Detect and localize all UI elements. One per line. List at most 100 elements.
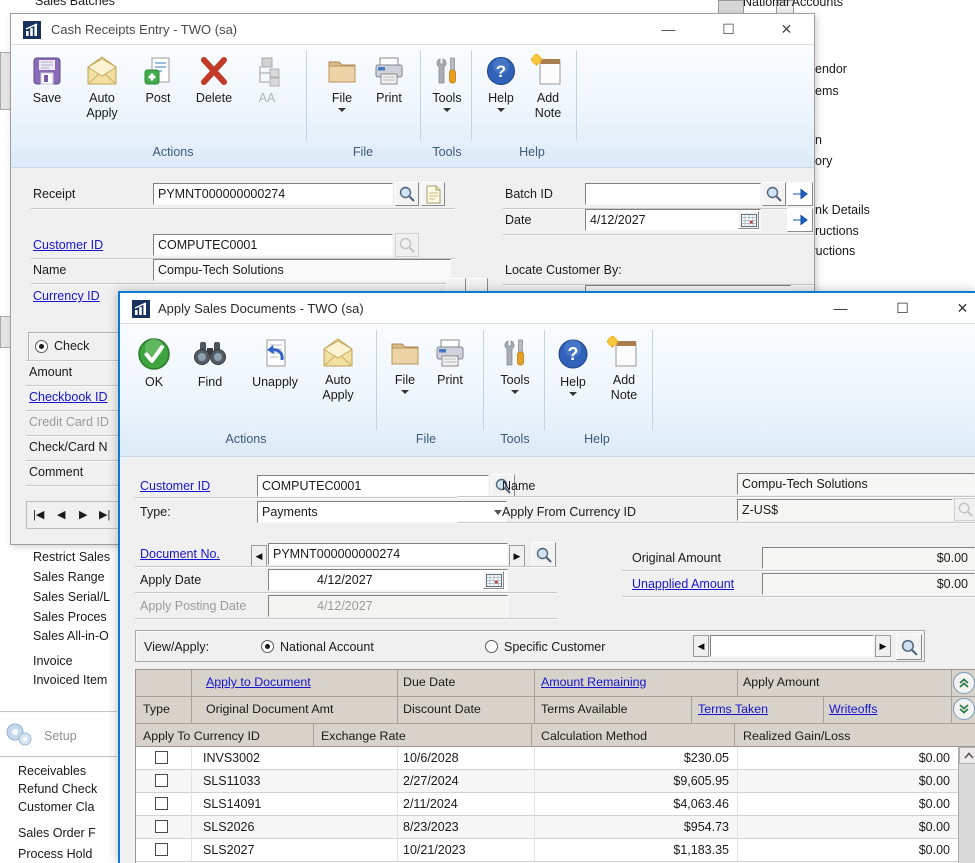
auto-apply-button[interactable]: Auto Apply xyxy=(309,336,367,403)
bg-item-vendor[interactable]: endor xyxy=(815,62,847,76)
bg-item-n[interactable]: n xyxy=(815,133,822,147)
row-apply-checkbox[interactable] xyxy=(155,774,168,787)
auto-apply-button[interactable]: Auto Apply xyxy=(73,54,131,121)
bg-item-sales-order[interactable]: Sales Order F xyxy=(18,826,96,840)
row-apply-checkbox[interactable] xyxy=(155,843,168,856)
find-button[interactable]: Find xyxy=(181,336,239,390)
table-row[interactable]: SLS2027 10/21/2023 $1,183.35 $0.00 xyxy=(136,839,958,862)
bg-item-receivables[interactable]: Receivables xyxy=(18,764,86,778)
national-account-radio[interactable] xyxy=(261,640,274,653)
customer-next-button[interactable]: ▶ xyxy=(875,635,891,657)
bg-item-refund-checks[interactable]: Refund Check xyxy=(18,782,97,796)
apply-date-calendar-button[interactable] xyxy=(483,571,504,589)
next-record-button[interactable]: ▶ xyxy=(79,508,87,521)
row-apply-checkbox[interactable] xyxy=(155,797,168,810)
customer-id-input[interactable]: COMPUTEC0001 xyxy=(257,475,489,497)
table-row[interactable]: SLS14091 2/11/2024 $4,063.46 $0.00 xyxy=(136,793,958,816)
table-row[interactable]: INVS3002 10/6/2028 $230.05 $0.00 xyxy=(136,747,958,770)
bg-item-items[interactable]: ems xyxy=(815,84,839,98)
batch-lookup-button[interactable] xyxy=(762,182,786,206)
delete-button[interactable]: Delete xyxy=(185,54,243,106)
bg-item-invoice[interactable]: Invoice xyxy=(33,654,73,668)
currency-lookup-fragment[interactable] xyxy=(446,278,466,292)
document-prev-button[interactable]: ◀ xyxy=(251,545,267,567)
bg-item-invoiced-items[interactable]: Invoiced Item xyxy=(33,673,107,687)
collapse-rows-button[interactable] xyxy=(953,698,975,720)
customer-id-link[interactable]: Customer ID xyxy=(33,238,103,252)
receipt-note-button[interactable] xyxy=(421,182,445,206)
add-note-button[interactable]: Add Note xyxy=(519,54,577,121)
receipt-lookup-button[interactable] xyxy=(395,182,419,206)
bg-item-instructions[interactable]: ructions xyxy=(815,224,859,238)
save-button[interactable]: Save xyxy=(18,54,76,106)
maximize-button[interactable]: ☐ xyxy=(706,14,751,44)
print-button[interactable]: Print xyxy=(360,54,418,106)
view-customer-input[interactable] xyxy=(710,635,874,657)
batch-go-button[interactable] xyxy=(787,182,813,206)
last-record-button[interactable]: ▶| xyxy=(99,508,110,521)
type-dropdown[interactable]: Payments xyxy=(257,501,507,523)
batch-id-input[interactable] xyxy=(585,183,761,205)
check-radio[interactable] xyxy=(35,340,48,353)
bg-item-national-accounts[interactable]: National Accounts xyxy=(743,0,843,9)
tools-menu-button[interactable]: Tools xyxy=(486,336,544,394)
add-note-button[interactable]: Add Note xyxy=(595,336,653,403)
bg-item-instructions[interactable]: tructions xyxy=(808,244,855,258)
customer-prev-button[interactable]: ◀ xyxy=(693,635,709,657)
print-button[interactable]: Print xyxy=(421,336,479,388)
currency-id-link[interactable]: Currency ID xyxy=(33,289,100,303)
apply-titlebar[interactable]: Apply Sales Documents - TWO (sa) — ☐ ✕ xyxy=(120,293,975,324)
maximize-button[interactable]: ☐ xyxy=(880,293,925,323)
col-terms-taken[interactable]: Terms Taken xyxy=(698,702,768,716)
col-apply-to-document[interactable]: Apply to Document xyxy=(206,675,311,689)
table-row[interactable]: SLS11033 2/27/2024 $9,605.95 $0.00 xyxy=(136,770,958,793)
unapplied-amount-link[interactable]: Unapplied Amount xyxy=(632,577,734,591)
document-next-button[interactable]: ▶ xyxy=(509,545,525,567)
bg-item-customer-classes[interactable]: Customer Cla xyxy=(18,800,94,814)
bg-item-sales-process[interactable]: Sales Proces xyxy=(33,610,107,624)
document-lookup-button[interactable] xyxy=(531,542,556,567)
bg-item-sales-batches[interactable]: Sales Batches xyxy=(35,0,115,8)
date-calendar-button[interactable] xyxy=(738,211,759,229)
unapply-button[interactable]: Unapply xyxy=(246,336,304,390)
aa-button[interactable]: AA xyxy=(238,54,296,106)
document-no-input[interactable]: PYMNT000000000274 xyxy=(268,543,508,565)
bg-item-restrict-sales[interactable]: Restrict Sales xyxy=(33,550,110,564)
document-no-link[interactable]: Document No. xyxy=(140,547,220,561)
col-amount-remaining[interactable]: Amount Remaining xyxy=(541,675,646,689)
bg-item-sales-range[interactable]: Sales Range xyxy=(33,570,105,584)
close-button[interactable]: ✕ xyxy=(764,14,809,44)
tools-menu-button[interactable]: Tools xyxy=(418,54,476,112)
cash-receipts-titlebar[interactable]: Cash Receipts Entry - TWO (sa) — ☐ ✕ xyxy=(11,14,814,45)
receipt-input[interactable]: PYMNT000000000274 xyxy=(153,183,393,205)
first-record-button[interactable]: |◀ xyxy=(33,508,44,521)
close-button[interactable]: ✕ xyxy=(940,293,975,323)
ok-button[interactable]: OK xyxy=(125,336,183,390)
bg-item-bank-details[interactable]: nk Details xyxy=(815,203,870,217)
col-writeoffs[interactable]: Writeoffs xyxy=(829,702,877,716)
checkbook-id-link[interactable]: Checkbook ID xyxy=(29,390,108,404)
apply-date-input[interactable]: 4/12/2027 xyxy=(268,569,508,591)
bg-item-sales-all-in-one[interactable]: Sales All-in-O xyxy=(33,629,109,643)
date-go-button[interactable] xyxy=(787,208,813,232)
view-customer-lookup-button[interactable] xyxy=(896,634,922,660)
help-menu-button[interactable]: ? Help xyxy=(544,336,602,396)
row-apply-checkbox[interactable] xyxy=(155,751,168,764)
bg-item-process-holds[interactable]: Process Hold xyxy=(18,847,92,861)
customer-id-link[interactable]: Customer ID xyxy=(140,479,210,493)
row-apply-checkbox[interactable] xyxy=(155,820,168,833)
date-input[interactable]: 4/12/2027 xyxy=(585,209,761,231)
table-row[interactable]: SLS2026 8/23/2023 $954.73 $0.00 xyxy=(136,816,958,839)
currency-note-fragment[interactable] xyxy=(468,278,488,292)
expand-rows-button[interactable] xyxy=(953,672,975,694)
customer-id-input[interactable]: COMPUTEC0001 xyxy=(153,234,393,256)
table-scrollbar[interactable] xyxy=(958,747,975,863)
minimize-button[interactable]: — xyxy=(818,293,863,323)
minimize-button[interactable]: — xyxy=(646,14,691,44)
previous-record-button[interactable]: ◀ xyxy=(57,508,65,521)
bg-item-history[interactable]: ory xyxy=(815,154,832,168)
specific-customer-radio[interactable] xyxy=(485,640,498,653)
bg-item-sales-serial[interactable]: Sales Serial/L xyxy=(33,590,110,604)
post-button[interactable]: Post xyxy=(129,54,187,106)
scroll-up-button[interactable] xyxy=(959,747,975,764)
